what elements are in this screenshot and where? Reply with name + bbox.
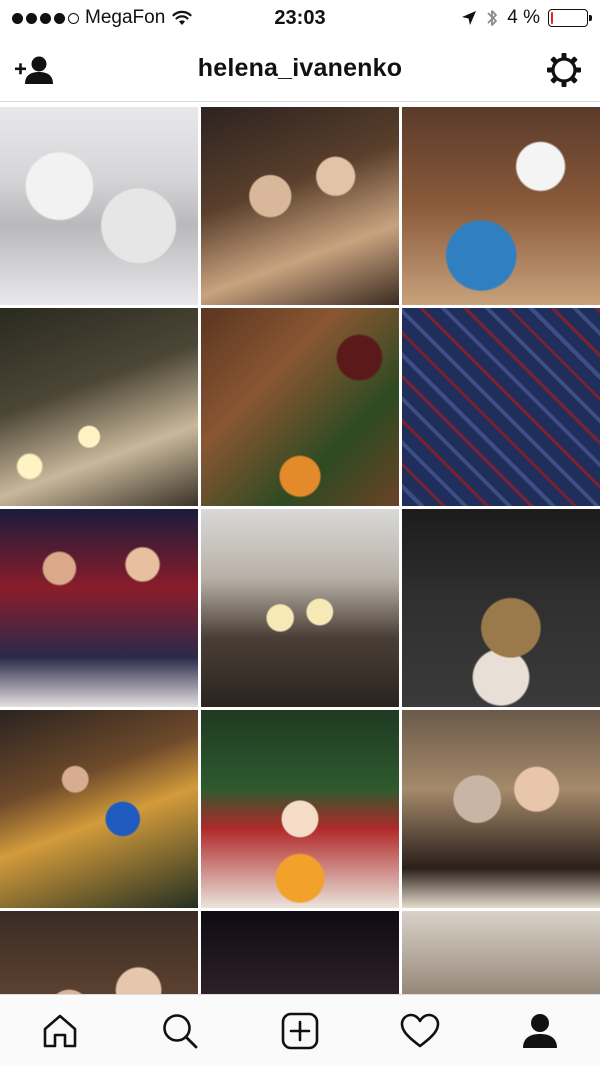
battery-icon (548, 9, 592, 27)
photo-champagne-table[interactable] (201, 509, 399, 707)
tab-activity[interactable] (390, 1001, 450, 1061)
profile-icon (523, 1013, 557, 1048)
photo-friends-selfie[interactable] (402, 710, 600, 908)
add-person-button[interactable] (12, 48, 56, 92)
photo-family-christmas-tree[interactable] (201, 107, 399, 305)
tab-profile[interactable] (510, 1001, 570, 1061)
photo-christmas-spices-flatlay[interactable] (201, 308, 399, 506)
photo-baby-toy-car[interactable] (402, 107, 600, 305)
photo-friends-party[interactable] (0, 509, 198, 707)
photo-grid (0, 107, 600, 994)
wifi-icon (172, 10, 192, 25)
signal-dot (40, 12, 51, 24)
carrier-name: MegaFon (85, 7, 166, 28)
bottom-tab-bar (0, 994, 600, 1066)
status-right: 4 % (388, 7, 592, 29)
photo-couple-christmas-market[interactable] (0, 710, 198, 908)
settings-gear-icon (547, 53, 581, 87)
bluetooth-icon (487, 10, 498, 26)
photo-drink-jar-car[interactable] (402, 509, 600, 707)
photo-couple-sparklers[interactable] (0, 308, 198, 506)
status-left: MegaFon (12, 7, 212, 29)
signal-dot (54, 12, 65, 24)
signal-dot-empty (68, 12, 79, 24)
heart-icon (400, 1013, 440, 1047)
photo-couple-close[interactable] (0, 911, 198, 994)
battery-percent: 4 % (507, 7, 540, 28)
profile-header: helena_ivanenko (0, 36, 600, 102)
tab-search[interactable] (150, 1001, 210, 1061)
location-arrow-icon (462, 11, 477, 25)
photo-night-lights[interactable] (201, 911, 399, 994)
plus-square-icon (281, 1012, 319, 1049)
tab-new-post[interactable] (270, 1001, 330, 1061)
tab-home[interactable] (30, 1001, 90, 1061)
settings-button[interactable] (542, 48, 586, 92)
search-icon (163, 1013, 198, 1048)
profile-username: helena_ivanenko (197, 54, 403, 82)
home-icon (43, 1014, 77, 1047)
photo-snowy-trees[interactable] (0, 107, 198, 305)
status-time: 23:03 (274, 6, 326, 29)
signal-strength-icon (12, 12, 79, 24)
status-bar: MegaFon 23:03 4 % (0, 0, 600, 36)
signal-dot (12, 12, 23, 24)
signal-dot (26, 12, 37, 24)
photo-baby-teddy-bear[interactable] (402, 911, 600, 994)
add-person-icon (15, 56, 53, 84)
photo-baby-tangerines[interactable] (201, 710, 399, 908)
photo-baby-plaid-blanket[interactable] (402, 308, 600, 506)
battery-level-fill (551, 12, 553, 24)
